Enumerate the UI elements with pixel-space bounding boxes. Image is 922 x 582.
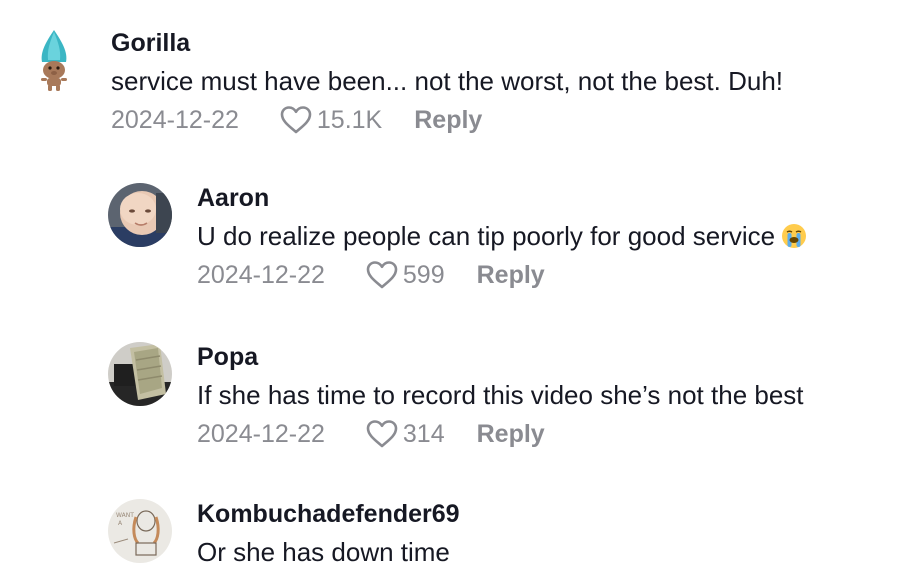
comment-item: WANT A Kombuchadefender69 Or she has dow… xyxy=(108,499,460,569)
like-count: 314 xyxy=(402,419,445,448)
like-count: 599 xyxy=(402,260,445,289)
comment-text: U do realize people can tip poorly for g… xyxy=(197,219,807,253)
username[interactable]: Gorilla xyxy=(111,28,783,58)
avatar[interactable] xyxy=(108,183,172,247)
cash-stack-icon xyxy=(108,342,172,406)
baby-photo-icon xyxy=(108,183,172,247)
comment-text: If she has time to record this video she… xyxy=(197,380,804,410)
troll-doll-icon xyxy=(41,30,67,91)
heart-icon xyxy=(366,420,398,448)
comment-date: 2024-12-22 xyxy=(111,105,239,134)
svg-text:WANT: WANT xyxy=(116,512,134,519)
username[interactable]: Popa xyxy=(197,342,804,372)
like-button[interactable]: 314 xyxy=(365,418,445,450)
sketch-drawing-icon: WANT A xyxy=(108,499,172,563)
reply-button[interactable]: Reply xyxy=(477,261,545,290)
like-button[interactable]: 599 xyxy=(365,259,445,291)
comment-item: Gorilla service must have been... not th… xyxy=(22,28,783,136)
comment-date: 2024-12-22 xyxy=(197,260,325,289)
like-count: 15.1K xyxy=(316,105,383,134)
comment-meta: 2024-12-22 15.1K Reply xyxy=(111,104,783,136)
comment-item: Aaron U do realize people can tip poorly… xyxy=(108,183,807,291)
comment-text-body: U do realize people can tip poorly for g… xyxy=(197,221,776,251)
username[interactable]: Aaron xyxy=(197,183,807,213)
comment-date: 2024-12-22 xyxy=(197,419,325,448)
reply-button[interactable]: Reply xyxy=(414,106,482,135)
comment-item: Popa If she has time to record this vide… xyxy=(108,342,804,450)
comment-meta: 2024-12-22 599 Reply xyxy=(197,259,807,291)
loudly-crying-face-icon xyxy=(782,224,807,248)
avatar[interactable] xyxy=(22,28,86,92)
reply-button[interactable]: Reply xyxy=(477,420,545,449)
comment-text: Or she has down time xyxy=(197,537,450,567)
like-button[interactable]: 15.1K xyxy=(279,104,382,136)
username[interactable]: Kombuchadefender69 xyxy=(197,499,460,529)
avatar[interactable]: WANT A xyxy=(108,499,172,563)
comment-text: service must have been... not the worst,… xyxy=(111,66,784,96)
heart-icon xyxy=(280,106,312,134)
avatar[interactable] xyxy=(108,342,172,406)
comment-meta: 2024-12-22 314 Reply xyxy=(197,418,804,450)
heart-icon xyxy=(366,261,398,289)
